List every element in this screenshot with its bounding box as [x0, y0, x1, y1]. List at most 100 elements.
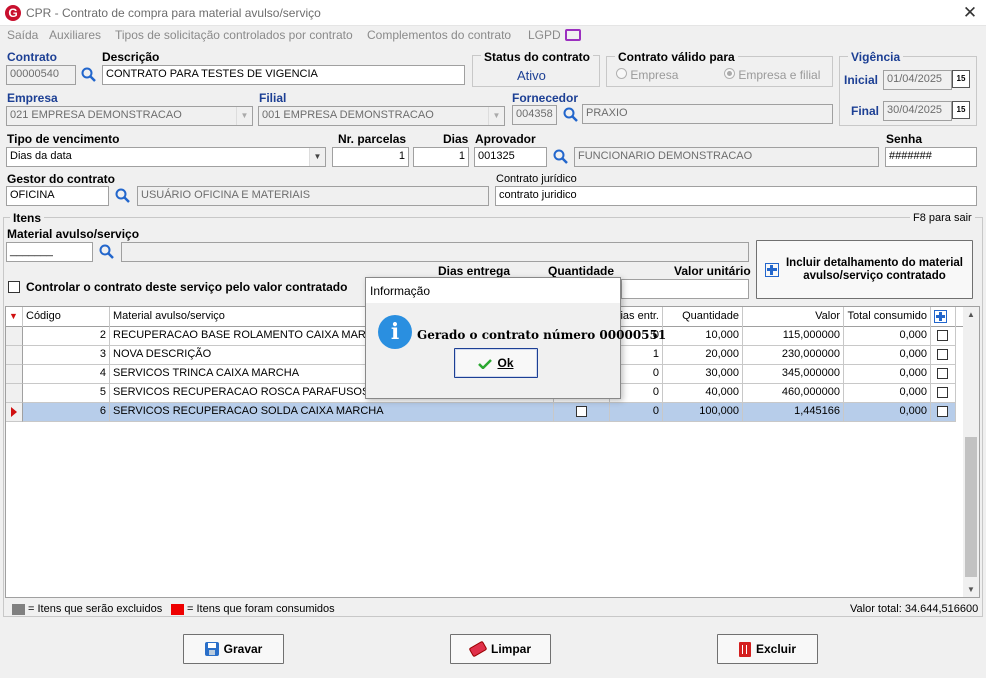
senha-field[interactable]: ####### [885, 147, 977, 167]
calendar-inicial-icon[interactable]: 15 [952, 70, 970, 88]
cell-codigo[interactable]: 4 [23, 365, 110, 384]
row-indicator[interactable] [6, 365, 23, 384]
radio-empresa-filial-icon[interactable] [724, 68, 735, 79]
gravar-button[interactable]: Gravar [183, 634, 284, 664]
gestor-name-field: USUÁRIO OFICINA E MATERIAIS [137, 186, 489, 206]
tipo-vencimento-value: Dias da data [10, 150, 72, 162]
cell-valor[interactable]: 230,000000 [743, 346, 844, 365]
add-row-icon[interactable] [931, 307, 956, 327]
menu-auxiliares[interactable]: Auxiliares [49, 28, 101, 42]
search-aprovador-icon[interactable] [553, 149, 569, 165]
tipo-vencimento-select[interactable]: Dias da data ▼ [6, 147, 326, 167]
app-logo-icon: G [5, 5, 21, 21]
menu-saida[interactable]: Saída [7, 28, 38, 42]
filial-select[interactable]: 001 EMPRESA DEMONSTRACAO ▼ [258, 106, 505, 126]
row-indicator[interactable] [6, 327, 23, 346]
cell-total[interactable]: 0,000 [844, 327, 931, 346]
cell-material[interactable]: SERVICOS RECUPERACAO SOLDA CAIXA MARCHA [110, 403, 554, 422]
cell-codigo[interactable]: 6 [23, 403, 110, 422]
row-checkbox[interactable] [937, 368, 948, 379]
col-codigo[interactable]: Código [23, 307, 110, 327]
legend-excluidos: = Itens que serão excluidos [12, 603, 162, 615]
row-checkbox-cell[interactable] [931, 403, 956, 422]
cell-codigo[interactable]: 5 [23, 384, 110, 403]
empresa-select[interactable]: 021 EMPRESA DEMONSTRACAO ▼ [6, 106, 253, 126]
row-checkbox[interactable] [937, 406, 948, 417]
row-indicator[interactable] [6, 384, 23, 403]
row-checkbox-cell[interactable] [931, 384, 956, 403]
row-checkbox-cell[interactable] [931, 346, 956, 365]
search-contrato-icon[interactable] [81, 67, 97, 83]
row-checkbox[interactable] [576, 406, 587, 417]
grid-scrollbar[interactable]: ▲ ▼ [963, 307, 979, 597]
contrato-field[interactable]: 00000540 [6, 65, 76, 85]
cell-total[interactable]: 0,000 [844, 346, 931, 365]
scrollbar-thumb[interactable] [965, 437, 977, 577]
row-checkbox-cell[interactable] [554, 403, 610, 422]
ok-button[interactable]: Ok [454, 348, 538, 378]
descricao-field[interactable]: CONTRATO PARA TESTES DE VIGENCIA [102, 65, 465, 85]
monitor-icon[interactable] [565, 29, 581, 41]
menu-lgpd[interactable]: LGPD [528, 28, 561, 42]
title-bar: G CPR - Contrato de compra para material… [0, 0, 986, 26]
search-material-icon[interactable] [99, 244, 115, 260]
radio-empresa-filial[interactable]: Empresa e filial [724, 68, 820, 82]
chevron-down-icon[interactable]: ▼ [488, 107, 504, 125]
calendar-final-icon[interactable]: 15 [952, 101, 970, 119]
cell-quantidade[interactable]: 20,000 [663, 346, 743, 365]
cell-quantidade[interactable]: 10,000 [663, 327, 743, 346]
search-gestor-icon[interactable] [115, 188, 131, 204]
eraser-icon [468, 640, 488, 658]
incluir-detalhamento-button[interactable]: Incluir detalhamento do material avulso/… [756, 240, 973, 299]
menu-tipos-solicitacao[interactable]: Tipos de solicitação controlados por con… [115, 28, 353, 42]
row-checkbox[interactable] [937, 349, 948, 360]
cell-codigo[interactable]: 2 [23, 327, 110, 346]
aprovador-code-field[interactable]: 001325 [474, 147, 547, 167]
col-total-consumido[interactable]: Total consumido [844, 307, 931, 327]
vigencia-inicial-field[interactable]: 01/04/2025 [883, 70, 952, 90]
valor-unitario-field[interactable] [621, 279, 749, 299]
cell-valor[interactable]: 345,000000 [743, 365, 844, 384]
juridico-field[interactable]: contrato juridico [495, 186, 977, 206]
close-icon[interactable]: ✕ [960, 3, 980, 23]
vigencia-final-field[interactable]: 30/04/2025 [883, 101, 952, 121]
excluir-button[interactable]: Excluir [717, 634, 818, 664]
sort-arrow-icon[interactable]: ▼ [6, 307, 23, 327]
valido-para-label: Contrato válido para [615, 50, 738, 64]
chevron-down-icon[interactable]: ▼ [236, 107, 252, 125]
dialog-title: Informação [366, 278, 620, 303]
cell-quantidade[interactable]: 100,000 [663, 403, 743, 422]
row-indicator[interactable] [6, 346, 23, 365]
dias-field[interactable]: 1 [413, 147, 469, 167]
col-valor[interactable]: Valor [743, 307, 844, 327]
cell-valor[interactable]: 460,000000 [743, 384, 844, 403]
material-code-field[interactable]: _______ [6, 242, 93, 262]
col-quantidade[interactable]: Quantidade [663, 307, 743, 327]
gestor-code-field[interactable]: OFICINA [6, 186, 109, 206]
row-indicator-arrow-icon[interactable] [6, 403, 23, 422]
limpar-button[interactable]: Limpar [450, 634, 551, 664]
cell-quantidade[interactable]: 30,000 [663, 365, 743, 384]
cell-quantidade[interactable]: 40,000 [663, 384, 743, 403]
nr-parcelas-field[interactable]: 1 [332, 147, 409, 167]
cell-total[interactable]: 0,000 [844, 403, 931, 422]
row-checkbox[interactable] [937, 387, 948, 398]
status-label: Status do contrato [481, 50, 594, 64]
cell-total[interactable]: 0,000 [844, 384, 931, 403]
radio-empresa[interactable]: Empresa [616, 68, 678, 82]
cell-dias[interactable]: 0 [610, 403, 663, 422]
cell-codigo[interactable]: 3 [23, 346, 110, 365]
cell-valor[interactable]: 1,445166 [743, 403, 844, 422]
menu-complementos[interactable]: Complementos do contrato [367, 28, 511, 42]
row-checkbox-cell[interactable] [931, 327, 956, 346]
cell-valor[interactable]: 115,000000 [743, 327, 844, 346]
chevron-down-icon[interactable]: ▼ [309, 148, 325, 166]
row-checkbox[interactable] [937, 330, 948, 341]
search-fornecedor-icon[interactable] [563, 107, 579, 123]
controlar-checkbox[interactable] [8, 281, 20, 293]
table-row[interactable]: 6 SERVICOS RECUPERACAO SOLDA CAIXA MARCHA… [6, 403, 956, 422]
row-checkbox-cell[interactable] [931, 365, 956, 384]
fornecedor-code-field[interactable]: 004358 [512, 105, 557, 125]
cell-total[interactable]: 0,000 [844, 365, 931, 384]
radio-empresa-icon[interactable] [616, 68, 627, 79]
